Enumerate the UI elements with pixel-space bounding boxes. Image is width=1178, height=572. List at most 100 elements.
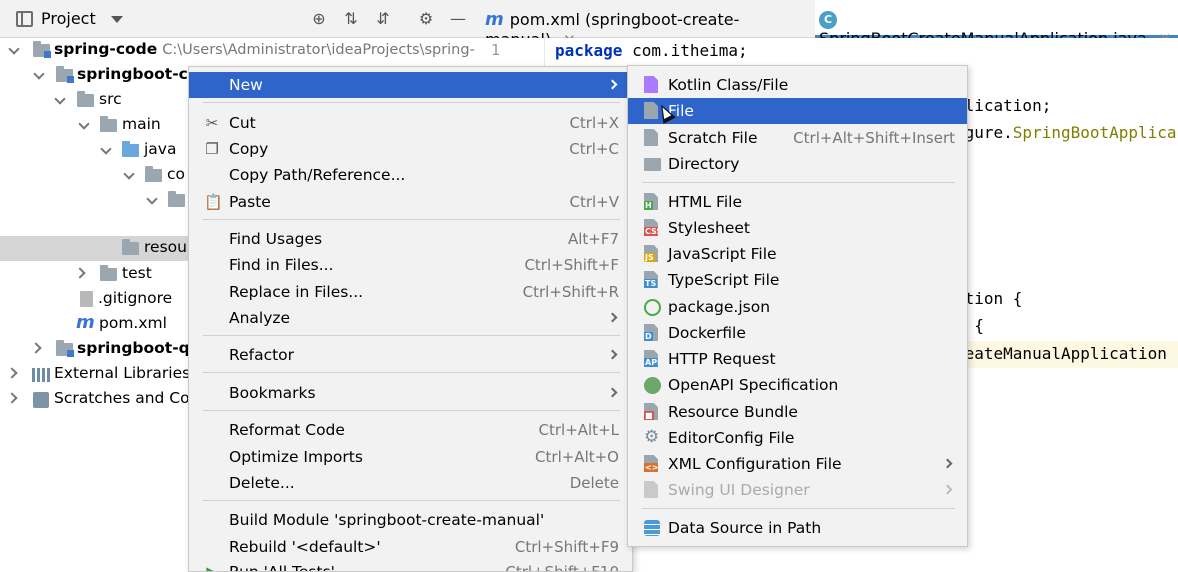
chevron-down-icon[interactable] bbox=[54, 93, 66, 105]
tree-item-label: Scratches and Con bbox=[54, 389, 200, 407]
submenu-item-data-source[interactable]: Data Source in Path bbox=[628, 515, 967, 541]
hide-panel-icon[interactable]: — bbox=[448, 9, 468, 29]
submenu-item-xml-configuration[interactable]: <> XML Configuration File bbox=[628, 451, 967, 477]
locate-icon[interactable]: ⊕ bbox=[309, 9, 329, 29]
menu-item-optimize-imports[interactable]: Optimize Imports Ctrl+Alt+O bbox=[189, 444, 632, 470]
spring-class-icon: C bbox=[819, 11, 837, 29]
chevron-down-icon[interactable] bbox=[33, 68, 45, 80]
chevron-down-icon[interactable] bbox=[123, 168, 135, 180]
chevron-down-icon[interactable] bbox=[78, 118, 90, 130]
submenu-item-file[interactable]: File bbox=[628, 98, 967, 124]
submenu-item-typescript-file[interactable]: TS TypeScript File bbox=[628, 267, 967, 293]
chevron-right-icon[interactable] bbox=[6, 392, 18, 404]
project-panel-title[interactable]: Project bbox=[41, 9, 96, 28]
ts-file-icon: TS bbox=[644, 271, 658, 288]
run-icon: ▶ bbox=[206, 563, 218, 572]
tab-springboot-application[interactable]: CSpringBootCreateManualApplication.java✕ bbox=[815, 0, 1178, 48]
menu-separator bbox=[642, 508, 955, 509]
code-line: plication; bbox=[955, 96, 1052, 115]
chevron-right-icon[interactable] bbox=[30, 342, 42, 354]
menu-item-delete[interactable]: Delete... Delete bbox=[189, 470, 632, 496]
menu-item-paste[interactable]: 📋 Paste Ctrl+V bbox=[189, 189, 632, 215]
tree-item-label: co bbox=[167, 165, 186, 183]
clipboard-icon: 📋 bbox=[204, 193, 223, 211]
swing-form-icon bbox=[644, 481, 658, 498]
folder-icon bbox=[644, 158, 661, 171]
menu-item-new[interactable]: New bbox=[189, 72, 632, 98]
menu-separator bbox=[642, 182, 955, 183]
submenu-item-dockerfile[interactable]: D Dockerfile bbox=[628, 320, 967, 346]
tree-item-path: C:\Users\Administrator\ideaProjects\spri… bbox=[162, 42, 475, 58]
menu-item-build-module[interactable]: Build Module 'springboot-create-manual' bbox=[189, 507, 632, 533]
maven-icon: m bbox=[485, 9, 504, 30]
tree-item-label: pom.xml bbox=[99, 314, 167, 332]
chevron-down-icon[interactable] bbox=[146, 193, 158, 205]
chevron-right-icon bbox=[607, 79, 618, 90]
tree-item-spring-code[interactable]: spring-code C:\Users\Administrator\ideaP… bbox=[0, 38, 475, 63]
menu-item-cut[interactable]: ✂ Cut Ctrl+X bbox=[189, 110, 632, 136]
gear-icon[interactable]: ⚙ bbox=[416, 9, 436, 29]
kotlin-file-icon bbox=[644, 76, 658, 93]
source-folder-icon bbox=[122, 141, 139, 157]
html-file-icon: H bbox=[644, 193, 658, 210]
nodejs-icon bbox=[644, 299, 661, 316]
scissors-icon: ✂ bbox=[205, 114, 219, 132]
gitignore-file-icon bbox=[80, 291, 93, 307]
chevron-right-icon[interactable] bbox=[6, 367, 18, 379]
code-line: igure.SpringBootApplica bbox=[955, 123, 1177, 142]
menu-separator bbox=[203, 335, 620, 336]
submenu-item-stylesheet[interactable]: CSS Stylesheet bbox=[628, 215, 967, 241]
folder-icon bbox=[77, 91, 94, 107]
submenu-item-openapi[interactable]: OpenAPI Specification bbox=[628, 372, 967, 398]
expand-all-icon[interactable]: ⇅ bbox=[341, 9, 361, 29]
tree-item-label: src bbox=[99, 90, 122, 108]
chevron-right-icon bbox=[942, 458, 953, 469]
css-file-icon: CSS bbox=[644, 219, 658, 236]
menu-item-reformat-code[interactable]: Reformat Code Ctrl+Alt+L bbox=[189, 417, 632, 443]
chevron-down-icon[interactable] bbox=[111, 16, 123, 23]
collapse-all-icon[interactable]: ⇵ bbox=[373, 9, 393, 29]
menu-item-run-all-tests[interactable]: ▶ Run 'All Tests' Ctrl+Shift+F10 bbox=[189, 559, 632, 572]
library-icon bbox=[32, 368, 50, 382]
project-tool-window-header: Project ⊕ ⇅ ⇵ ⚙ — bbox=[0, 0, 475, 38]
http-request-icon: API bbox=[644, 350, 658, 367]
submenu-item-editorconfig[interactable]: ⚙ EditorConfig File bbox=[628, 425, 967, 451]
submenu-item-directory[interactable]: Directory bbox=[628, 151, 967, 177]
chevron-right-icon bbox=[607, 349, 618, 360]
maven-icon: m bbox=[76, 312, 95, 333]
database-icon bbox=[644, 520, 660, 536]
submenu-item-package-json[interactable]: package.json bbox=[628, 294, 967, 320]
submenu-item-kotlin[interactable]: Kotlin Class/File bbox=[628, 72, 967, 98]
chevron-right-icon[interactable] bbox=[74, 267, 86, 279]
js-file-icon: JS bbox=[644, 245, 658, 262]
menu-item-copy[interactable]: ❐ Copy Ctrl+C bbox=[189, 136, 632, 162]
tab-pom-xml[interactable]: mpom.xml (springboot-create-manual)✕ bbox=[485, 0, 815, 49]
module-folder-icon bbox=[56, 340, 74, 357]
submenu-item-swing-ui-designer: Swing UI Designer bbox=[628, 477, 967, 503]
menu-item-find-usages[interactable]: Find Usages Alt+F7 bbox=[189, 226, 632, 252]
menu-item-replace-in-files[interactable]: Replace in Files... Ctrl+Shift+R bbox=[189, 279, 632, 305]
package-icon bbox=[145, 166, 162, 182]
menu-item-copy-path[interactable]: Copy Path/Reference... bbox=[189, 162, 632, 188]
menu-item-refactor[interactable]: Refactor bbox=[189, 342, 632, 368]
submenu-item-html-file[interactable]: H HTML File bbox=[628, 189, 967, 215]
menu-item-find-in-files[interactable]: Find in Files... Ctrl+Shift+F bbox=[189, 252, 632, 278]
submenu-item-resource-bundle[interactable]: ■ Resource Bundle bbox=[628, 399, 967, 425]
copy-icon: ❐ bbox=[205, 140, 219, 158]
tree-item-label: java bbox=[144, 140, 177, 158]
line-number: 1 bbox=[491, 41, 501, 59]
tree-item-label: resour bbox=[144, 238, 194, 256]
submenu-item-http-request[interactable]: API HTTP Request bbox=[628, 346, 967, 372]
submenu-item-scratch-file[interactable]: Scratch File Ctrl+Alt+Shift+Insert bbox=[628, 125, 967, 151]
project-icon bbox=[16, 11, 33, 27]
resource-bundle-icon: ■ bbox=[644, 403, 658, 420]
chevron-down-icon[interactable] bbox=[100, 143, 112, 155]
submenu-item-javascript-file[interactable]: JS JavaScript File bbox=[628, 241, 967, 267]
chevron-down-icon[interactable] bbox=[8, 43, 20, 55]
menu-item-bookmarks[interactable]: Bookmarks bbox=[189, 380, 632, 406]
scratches-icon bbox=[33, 392, 49, 408]
menu-separator bbox=[203, 102, 620, 103]
menu-separator bbox=[203, 410, 620, 411]
menu-item-rebuild[interactable]: Rebuild '<default>' Ctrl+Shift+F9 bbox=[189, 534, 632, 560]
menu-item-analyze[interactable]: Analyze bbox=[189, 305, 632, 331]
